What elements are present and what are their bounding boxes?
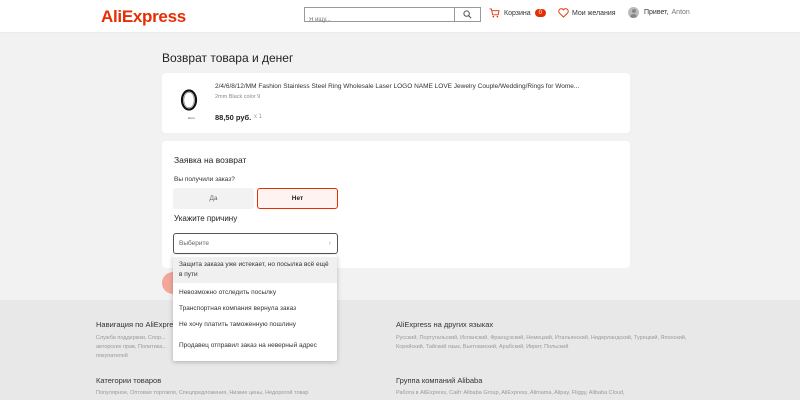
reason-select[interactable]: Выберите › bbox=[173, 233, 338, 254]
product-card: 2mm 2/4/6/8/12/MM Fashion Stainless Stee… bbox=[162, 73, 630, 133]
footer-langs-title: AliExpress на других языках bbox=[396, 320, 494, 329]
wishlist-label: Мои желания bbox=[572, 9, 616, 17]
received-question: Вы получили заказ? bbox=[174, 176, 235, 183]
aliexpress-logo[interactable]: AliExpress bbox=[101, 7, 186, 27]
product-title[interactable]: 2/4/6/8/12/MM Fashion Stainless Steel Ri… bbox=[215, 83, 620, 90]
cart-icon bbox=[489, 8, 500, 18]
cart-count-badge: 0 bbox=[534, 9, 547, 17]
avatar bbox=[628, 7, 639, 18]
footer-nav-links[interactable]: Служба поддержки, Спор... авторских прав… bbox=[96, 334, 176, 361]
user-menu[interactable]: Привет, Anton bbox=[628, 7, 690, 18]
return-request-card: Заявка на возврат Вы получили заказ? Да … bbox=[162, 141, 630, 268]
reason-select-placeholder: Выберите bbox=[179, 240, 210, 247]
reason-title: Укажите причину bbox=[174, 214, 238, 223]
top-header: AliExpress Корзина 0 Мои желания Привет,… bbox=[0, 0, 800, 33]
product-variant: 2mm Black color 9 bbox=[215, 94, 261, 100]
footer-nav-title: Навигация по AliExpress bbox=[96, 320, 181, 329]
footer: Навигация по AliExpress Служба поддержки… bbox=[0, 300, 800, 400]
reason-option[interactable]: Защита заказа уже истекает, но посылка в… bbox=[173, 257, 337, 283]
user-name: Anton bbox=[671, 9, 690, 16]
received-yes-button[interactable]: Да bbox=[173, 188, 254, 209]
footer-group-links[interactable]: Работа в AliExpress, Сайт Alibaba Group,… bbox=[396, 389, 696, 398]
reason-dropdown-menu: Защита заказа уже истекает, но посылка в… bbox=[173, 255, 337, 361]
return-section-title: Заявка на возврат bbox=[174, 155, 247, 165]
received-no-button[interactable]: Нет bbox=[257, 188, 338, 209]
search-button[interactable] bbox=[454, 8, 480, 21]
heart-icon bbox=[558, 8, 569, 18]
footer-categories-links[interactable]: Популярное, Оптовая торговля, Спецпредло… bbox=[96, 389, 376, 398]
reason-option[interactable]: Не хочу платить таможенную пошлину bbox=[173, 318, 337, 331]
cart-label: Корзина bbox=[504, 9, 531, 17]
page-title: Возврат товара и денег bbox=[162, 51, 294, 65]
ring-product-image[interactable] bbox=[179, 88, 199, 112]
chevron-icon: › bbox=[328, 240, 331, 247]
greeting-text: Привет, bbox=[644, 9, 669, 16]
search-box bbox=[304, 7, 481, 27]
reason-option[interactable]: Продавец отправил заказ на неверный адре… bbox=[173, 333, 337, 359]
reason-option[interactable]: Транспортная компания вернула заказ bbox=[173, 302, 337, 315]
wishlist-link[interactable]: Мои желания bbox=[558, 8, 616, 18]
search-icon bbox=[463, 10, 472, 19]
product-quantity: x 1 bbox=[254, 114, 263, 120]
reason-option[interactable]: Невозможно отследить посылку bbox=[173, 286, 337, 299]
product-price: 88,50 руб. bbox=[215, 113, 252, 122]
footer-categories-title: Категории товаров bbox=[96, 376, 162, 385]
footer-group-title: Группа компаний Alibaba bbox=[396, 376, 483, 385]
product-image-label: 2mm bbox=[188, 116, 195, 120]
cart-link[interactable]: Корзина 0 bbox=[489, 8, 547, 18]
footer-langs-links[interactable]: Русский, Португальский, Испанский, Франц… bbox=[396, 334, 696, 352]
search-input[interactable] bbox=[305, 13, 450, 27]
